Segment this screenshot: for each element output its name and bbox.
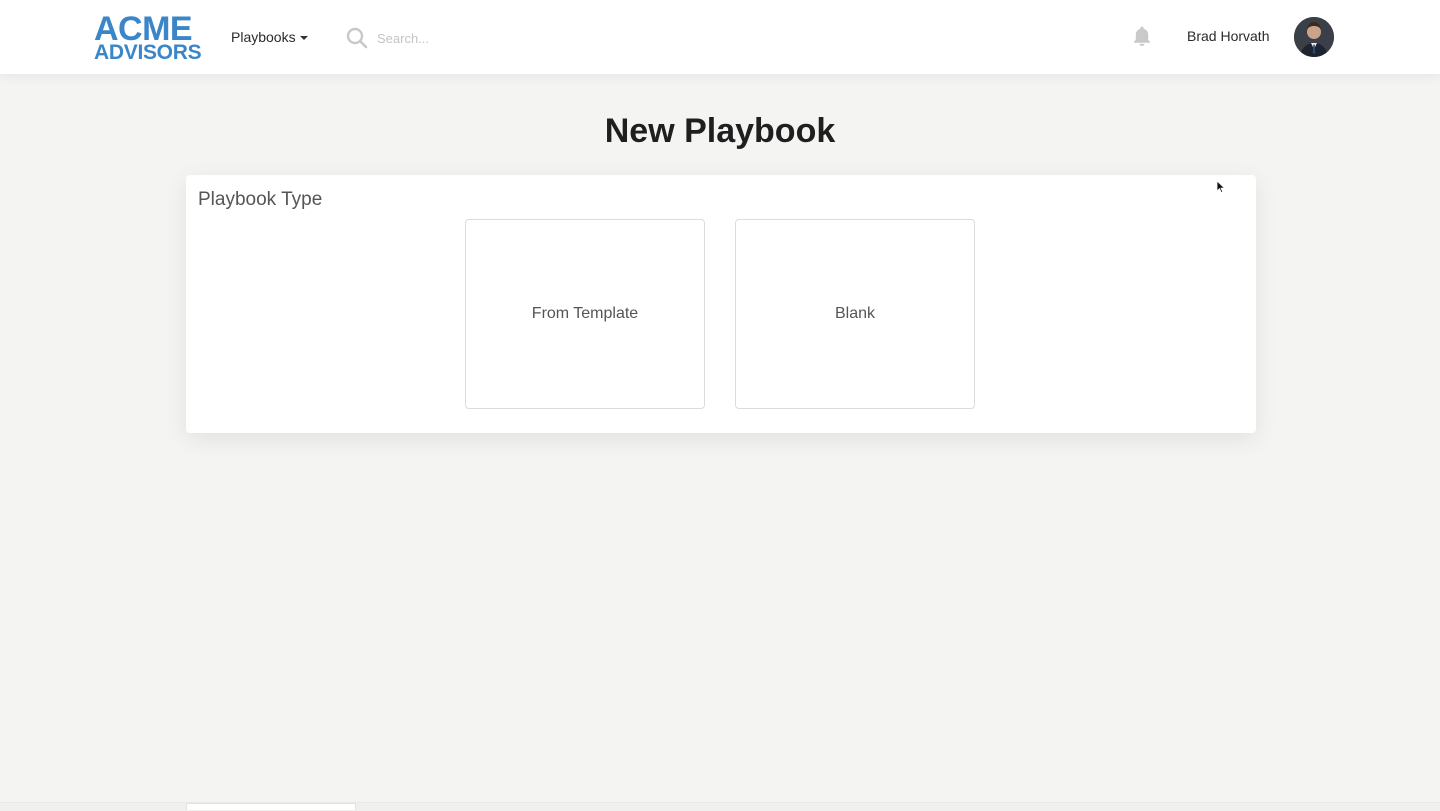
avatar[interactable] bbox=[1294, 17, 1334, 57]
caret-down-icon bbox=[299, 35, 308, 40]
blank-option[interactable]: Blank bbox=[735, 219, 975, 409]
playbooks-dropdown[interactable]: Playbooks bbox=[231, 29, 308, 45]
playbook-type-card: Playbook Type From Template Blank bbox=[186, 175, 1256, 433]
acme-advisors-logo[interactable]: ACME ADVISORS bbox=[94, 12, 210, 63]
page-title: New Playbook bbox=[604, 112, 836, 150]
playbook-type-label: Playbook Type bbox=[198, 189, 323, 210]
logo-text-acme: ACME bbox=[94, 10, 193, 48]
search-input[interactable] bbox=[377, 30, 577, 46]
from-template-label: From Template bbox=[531, 305, 639, 322]
top-navbar: ACME ADVISORS Playbooks Brad Horvath bbox=[0, 0, 1440, 75]
playbooks-dropdown-label: Playbooks bbox=[231, 29, 296, 45]
from-template-option[interactable]: From Template bbox=[465, 219, 705, 409]
blank-label: Blank bbox=[834, 305, 876, 322]
user-name[interactable]: Brad Horvath bbox=[1187, 28, 1269, 44]
mouse-cursor-icon bbox=[1216, 180, 1226, 194]
search-icon[interactable] bbox=[345, 26, 369, 50]
search-bar bbox=[345, 26, 577, 50]
bell-icon[interactable] bbox=[1130, 24, 1154, 48]
bottom-tab[interactable] bbox=[186, 803, 356, 810]
logo-text-advisors: ADVISORS bbox=[94, 41, 202, 64]
